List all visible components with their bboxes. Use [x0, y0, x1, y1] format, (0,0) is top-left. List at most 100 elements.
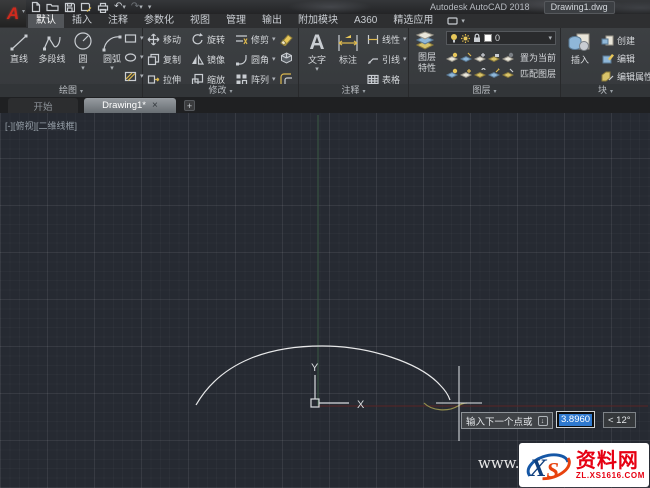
watermark-www-text: www. [478, 454, 520, 472]
create-block-button[interactable]: 创建 [601, 34, 635, 47]
undo-icon: ↶ [114, 1, 123, 12]
ribbon-tab-view[interactable]: 视图 [182, 14, 218, 28]
watermark-logo: X S 资料网 ZL.XS1616.COM [519, 443, 649, 487]
svg-text:A: A [309, 31, 324, 54]
file-tab-drawing1[interactable]: Drawing1* × [84, 98, 176, 113]
panel-label-block[interactable]: 块 ▾ [561, 84, 650, 97]
ribbon-tab-addins[interactable]: 附加模块 [290, 14, 346, 28]
panel-draw: 直线 多段线 圆 ▾ 圆弧 ▾ ▾ ▾ ▾ 绘图 ▾ [0, 28, 144, 97]
layer-walk-icon[interactable] [488, 68, 500, 79]
insert-block-button[interactable]: 插入 [564, 32, 596, 65]
ribbon-tab-manage[interactable]: 管理 [218, 14, 254, 28]
ribbon-tab-output[interactable]: 输出 [254, 14, 290, 28]
chevron-down-icon: ▾ [461, 17, 465, 25]
undo-button[interactable]: ↶ ▾ [114, 2, 126, 12]
rectangle-button[interactable]: ▾ [124, 33, 144, 44]
layer-dropdown[interactable]: 0 ▾ [446, 31, 556, 45]
app-title: Autodesk AutoCAD 2018 [430, 2, 530, 12]
open-file-button[interactable] [46, 2, 59, 12]
erase-button[interactable] [279, 32, 294, 46]
chevron-down-icon: ▾ [315, 66, 319, 73]
application-menu-button[interactable]: A ▾ [0, 0, 26, 27]
ribbon-tab-home[interactable]: 默认 [28, 14, 64, 28]
panel-block: 插入 创建 编辑 编辑属性 ▾ 块▾ [561, 28, 650, 97]
hatch-button[interactable]: ▾ [124, 71, 144, 82]
xs-swoosh-icon: X S [526, 453, 571, 483]
ribbon-tab-parametric[interactable]: 参数化 [136, 14, 182, 28]
chevron-down-icon: ▾ [147, 3, 152, 11]
drawn-arc[interactable] [195, 345, 451, 406]
dynamic-input-prompt: 输入下一个点或 ↓ [461, 412, 553, 429]
text-icon: A [309, 31, 324, 54]
create-block-icon [601, 35, 614, 46]
plot-button[interactable] [97, 2, 109, 13]
dimension-button[interactable]: 标注 [333, 32, 363, 65]
layer-freeze-icon[interactable] [474, 52, 486, 63]
explode-icon [281, 52, 292, 64]
panel-label-annotation[interactable]: 注释 ▾ [299, 84, 408, 97]
leader-button[interactable]: 引线 ▾ [367, 53, 407, 66]
panel-label-draw[interactable]: 绘图 ▾ [0, 84, 142, 97]
line-button[interactable]: 直线 [4, 31, 34, 64]
layer-thaw-icon[interactable] [460, 68, 472, 79]
copy-button[interactable]: 复制 [147, 53, 181, 66]
layer-properties-button[interactable]: 图层 特性 [411, 31, 443, 73]
ribbon-tab-insert[interactable]: 插入 [64, 14, 100, 28]
redo-button[interactable]: ↷ ▾ [131, 2, 143, 12]
rotate-button[interactable]: 旋转 [191, 33, 225, 46]
linear-dimension-button[interactable]: 线性 ▾ [367, 33, 407, 46]
chevron-down-icon: ▾ [122, 3, 126, 11]
layer-tools-row-1: 置为当前 [446, 51, 556, 64]
quick-access-toolbar: ↶ ▾ ↷ ▾ ▾ [31, 1, 151, 13]
ribbon-tab-featured-apps[interactable]: 精选应用 [385, 14, 441, 28]
layer-off-icon[interactable] [502, 52, 514, 63]
match-layer-button[interactable]: 匹配图层 [520, 67, 556, 80]
drawing-overlay: X Y [195, 115, 648, 441]
distance-value: 3.8960 [559, 413, 593, 426]
layer-on-icon[interactable] [446, 68, 458, 79]
customize-qat-button[interactable]: ▾ [148, 4, 152, 11]
trim-button[interactable]: 修剪 ▾ [235, 33, 276, 46]
ellipse-button[interactable]: ▾ [124, 52, 144, 63]
angle-value: < 12° [608, 414, 631, 426]
panel-label-modify[interactable]: 修改 ▾ [143, 84, 298, 97]
new-drawing-tab-button[interactable]: + [184, 100, 195, 111]
file-tab-start[interactable]: 开始 [8, 98, 78, 113]
hatch-icon [124, 71, 137, 82]
panel-label-layers[interactable]: 图层 ▾ [409, 84, 560, 97]
polyline-button[interactable]: 多段线 [36, 31, 68, 64]
mirror-button[interactable]: 镜像 [191, 53, 225, 66]
ribbon-tab-annotate[interactable]: 注释 [100, 14, 136, 28]
new-file-button[interactable] [31, 1, 41, 13]
text-button[interactable]: A 文字 ▾ [303, 30, 331, 73]
file-tab-bar: 开始 Drawing1* × + [0, 97, 650, 113]
dynamic-input-distance-field[interactable]: 3.8960 [556, 411, 596, 428]
save-button[interactable] [64, 2, 75, 13]
fillet-button[interactable]: 圆角 ▾ [235, 53, 276, 66]
edit-attributes-button[interactable]: 编辑属性 ▾ [601, 70, 650, 83]
explode-button[interactable] [279, 52, 294, 66]
move-button[interactable]: 移动 [147, 33, 181, 46]
chevron-down-icon: ▾ [139, 3, 143, 11]
set-current-button[interactable]: 置为当前 [520, 51, 556, 64]
watermark-site-name: 资料网 [575, 449, 639, 472]
document-title: Drawing1.dwg [543, 0, 615, 14]
ribbon-display-toggle[interactable]: ▾ [441, 14, 471, 28]
save-as-button[interactable] [80, 2, 92, 13]
layer-isolate-icon[interactable] [446, 52, 458, 63]
circle-button[interactable]: 圆 ▾ [70, 31, 96, 72]
layer-merge-icon[interactable] [502, 68, 514, 79]
autocad-window: Autodesk AutoCAD 2018 Drawing1.dwg A ▾ ↶… [0, 0, 650, 488]
edit-block-button[interactable]: 编辑 [601, 52, 635, 65]
drawing-canvas[interactable]: [-][俯视][二维线框] X Y 输入下一个点或 ↓ 3.8960 < 12°… [0, 113, 650, 488]
chevron-down-icon: ▾ [403, 56, 407, 63]
layer-lock-icon[interactable] [488, 52, 500, 63]
layer-unlock-icon[interactable] [474, 68, 486, 79]
dimension-icon [338, 35, 358, 51]
chevron-down-icon: ▾ [110, 65, 114, 72]
arc-button[interactable]: 圆弧 ▾ [98, 31, 126, 72]
layer-unisolate-icon[interactable] [460, 52, 472, 63]
layer-tools-row-2: 匹配图层 [446, 67, 556, 80]
ribbon-tab-a360[interactable]: A360 [346, 14, 385, 28]
close-tab-icon[interactable]: × [152, 100, 158, 111]
